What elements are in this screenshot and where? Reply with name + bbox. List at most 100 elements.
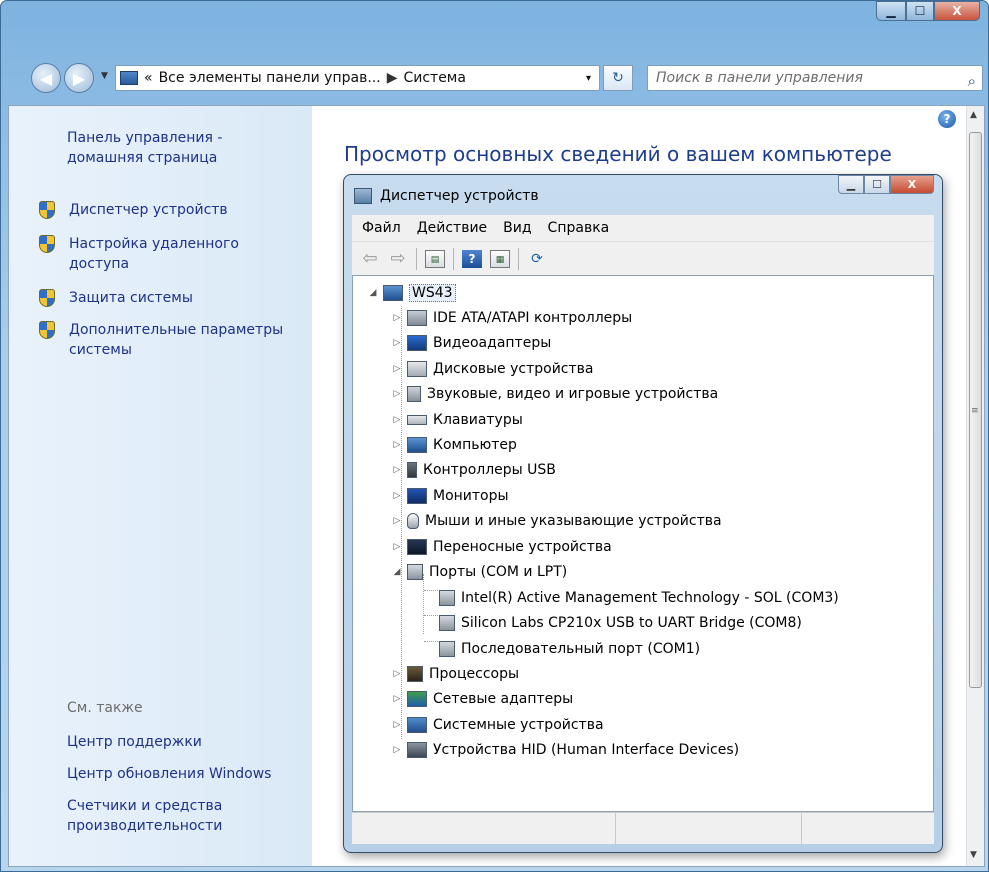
device-manager-icon — [354, 188, 372, 204]
collapsed-icon[interactable]: ▷ — [391, 440, 403, 450]
search-input[interactable]: Поиск в панели управления ⌕ — [647, 65, 983, 91]
back-button[interactable]: ◀ — [31, 63, 61, 93]
tree-category[interactable]: ▷ Системные устройства — [391, 714, 604, 736]
properties-icon[interactable]: ▦ — [490, 249, 510, 268]
back-icon[interactable]: ⇦ — [360, 249, 380, 268]
dm-minimize-button[interactable]: ▁ — [838, 175, 864, 194]
task-advanced-settings[interactable]: Дополнительные параметры системы — [39, 320, 309, 360]
collapsed-icon[interactable]: ▷ — [391, 389, 403, 399]
mouse-icon — [407, 513, 419, 529]
category-label: Звуковые, видео и игровые устройства — [427, 386, 719, 402]
uac-shield-icon — [39, 289, 55, 307]
uac-shield-icon — [39, 235, 55, 253]
category-label: Дисковые устройства — [433, 361, 594, 377]
forward-button[interactable]: ▶ — [64, 63, 94, 93]
menu-action[interactable]: Действие — [417, 220, 487, 236]
menu-view[interactable]: Вид — [503, 220, 531, 236]
tree-category[interactable]: ◢ Порты (COM и LPT) — [391, 561, 567, 583]
forward-icon[interactable]: ⇨ — [388, 249, 408, 268]
scroll-up-icon[interactable]: ▲ — [970, 110, 977, 120]
collapsed-icon[interactable]: ▷ — [391, 669, 403, 679]
menu-file[interactable]: Файл — [362, 220, 401, 236]
task-remote-settings[interactable]: Настройка удаленного доступа — [39, 234, 279, 274]
breadcrumb-parent[interactable]: Все элементы панели управ... — [159, 70, 381, 86]
breadcrumb-separator[interactable]: ▶ — [387, 70, 398, 86]
task-device-manager[interactable]: Диспетчер устройств — [39, 200, 228, 220]
tree-category[interactable]: ▷ Переносные устройства — [391, 536, 612, 558]
port-connector-icon — [407, 564, 423, 580]
keyboard-icon — [407, 415, 427, 425]
expanded-icon[interactable]: ◢ — [367, 288, 379, 298]
tree-category[interactable]: ▷ Мыши и иные указывающие устройства — [391, 510, 722, 532]
address-dropdown-icon[interactable]: ▾ — [586, 73, 591, 84]
scroll-down-icon[interactable]: ▼ — [970, 850, 977, 860]
collapsed-icon[interactable]: ▷ — [391, 338, 403, 348]
display-adapter-icon — [407, 335, 427, 351]
toolbar-divider — [453, 247, 454, 270]
collapsed-icon[interactable]: ▷ — [391, 516, 403, 526]
scan-hardware-icon[interactable]: ⟳ — [527, 250, 547, 268]
tree-root[interactable]: ◢ WS43 — [367, 282, 456, 304]
tasks-pane: Панель управления - домашняя страница Ди… — [9, 106, 312, 866]
dm-close-button[interactable]: X — [890, 175, 934, 194]
uac-shield-icon — [39, 201, 55, 219]
collapsed-icon[interactable]: ▷ — [391, 745, 403, 755]
tree-category[interactable]: ▷ Звуковые, видео и игровые устройства — [391, 383, 718, 405]
device-manager-titlebar[interactable]: Диспетчер устройств — [354, 185, 539, 207]
toolbar-divider — [416, 247, 417, 270]
recent-pages-dropdown[interactable]: ▼ — [101, 71, 108, 81]
performance-tools-link[interactable]: Счетчики и средства производительности — [67, 796, 257, 836]
refresh-icon: ↻ — [612, 70, 624, 86]
category-label: Системные устройства — [433, 717, 604, 733]
close-button[interactable]: X — [934, 1, 980, 21]
tree-category[interactable]: ▷ Процессоры — [391, 663, 519, 685]
help-book-icon[interactable]: ? — [462, 249, 482, 268]
collapsed-icon[interactable]: ▷ — [391, 465, 403, 475]
minimize-button[interactable]: ▁ — [876, 1, 906, 21]
system-device-icon — [407, 717, 427, 733]
tree-category[interactable]: ▷ Мониторы — [391, 485, 509, 507]
refresh-button[interactable]: ↻ — [603, 65, 633, 91]
control-panel-home-link[interactable]: Панель управления - домашняя страница — [67, 128, 287, 168]
navigation-bar: ◀ ▶ ▼ « Все элементы панели управ... ▶ С… — [31, 61, 986, 95]
collapsed-icon[interactable]: ▷ — [391, 313, 403, 323]
vertical-scrollbar[interactable]: ▲ ≡ ▼ — [966, 106, 984, 866]
category-label: Сетевые адаптеры — [433, 691, 574, 707]
menu-help[interactable]: Справка — [548, 220, 610, 236]
device-manager-window: Диспетчер устройств ▁ ☐ X Файл Действие … — [343, 174, 943, 853]
action-center-link[interactable]: Центр поддержки — [67, 732, 297, 752]
tree-category[interactable]: ▷ Видеоадаптеры — [391, 332, 551, 354]
tree-device[interactable]: Последовательный порт (COM1) — [439, 638, 700, 660]
collapsed-icon[interactable]: ▷ — [391, 491, 403, 501]
tree-category[interactable]: ▷ Устройства HID (Human Interface Device… — [391, 739, 739, 761]
collapsed-icon[interactable]: ▷ — [391, 542, 403, 552]
windows-update-link[interactable]: Центр обновления Windows — [67, 764, 297, 784]
maximize-button[interactable]: ☐ — [906, 1, 934, 21]
tree-device[interactable]: Silicon Labs CP210x USB to UART Bridge (… — [439, 612, 802, 634]
breadcrumb-current[interactable]: Система — [403, 70, 465, 86]
uac-shield-icon — [39, 321, 55, 339]
tree-category[interactable]: ▷ Дисковые устройства — [391, 358, 594, 380]
category-label: IDE ATA/ATAPI контроллеры — [433, 310, 633, 326]
collapsed-icon[interactable]: ▷ — [391, 720, 403, 730]
port-connector-icon — [439, 615, 455, 631]
device-label: Последовательный порт (COM1) — [461, 641, 701, 657]
address-bar[interactable]: « Все элементы панели управ... ▶ Система… — [115, 65, 600, 91]
collapsed-icon[interactable]: ▷ — [391, 694, 403, 704]
task-system-protection[interactable]: Защита системы — [39, 288, 193, 308]
tree-category[interactable]: ▷ Клавиатуры — [391, 409, 523, 431]
tree-category[interactable]: ▷ Контроллеры USB — [391, 459, 556, 481]
task-label: Дополнительные параметры системы — [69, 322, 284, 358]
breadcrumb-overflow[interactable]: « — [144, 70, 153, 86]
tree-category[interactable]: ▷ Сетевые адаптеры — [391, 688, 573, 710]
help-icon[interactable]: ? — [938, 110, 956, 128]
search-icon[interactable]: ⌕ — [968, 69, 976, 93]
show-hide-tree-icon[interactable]: ▤ — [425, 249, 445, 268]
dm-maximize-button[interactable]: ☐ — [864, 175, 890, 194]
tree-device[interactable]: Intel(R) Active Management Technology - … — [439, 587, 839, 609]
tree-category[interactable]: ▷ IDE ATA/ATAPI контроллеры — [391, 307, 632, 329]
expanded-icon[interactable]: ◢ — [391, 567, 403, 577]
collapsed-icon[interactable]: ▷ — [391, 364, 403, 374]
tree-category[interactable]: ▷ Компьютер — [391, 434, 517, 456]
collapsed-icon[interactable]: ▷ — [391, 415, 403, 425]
